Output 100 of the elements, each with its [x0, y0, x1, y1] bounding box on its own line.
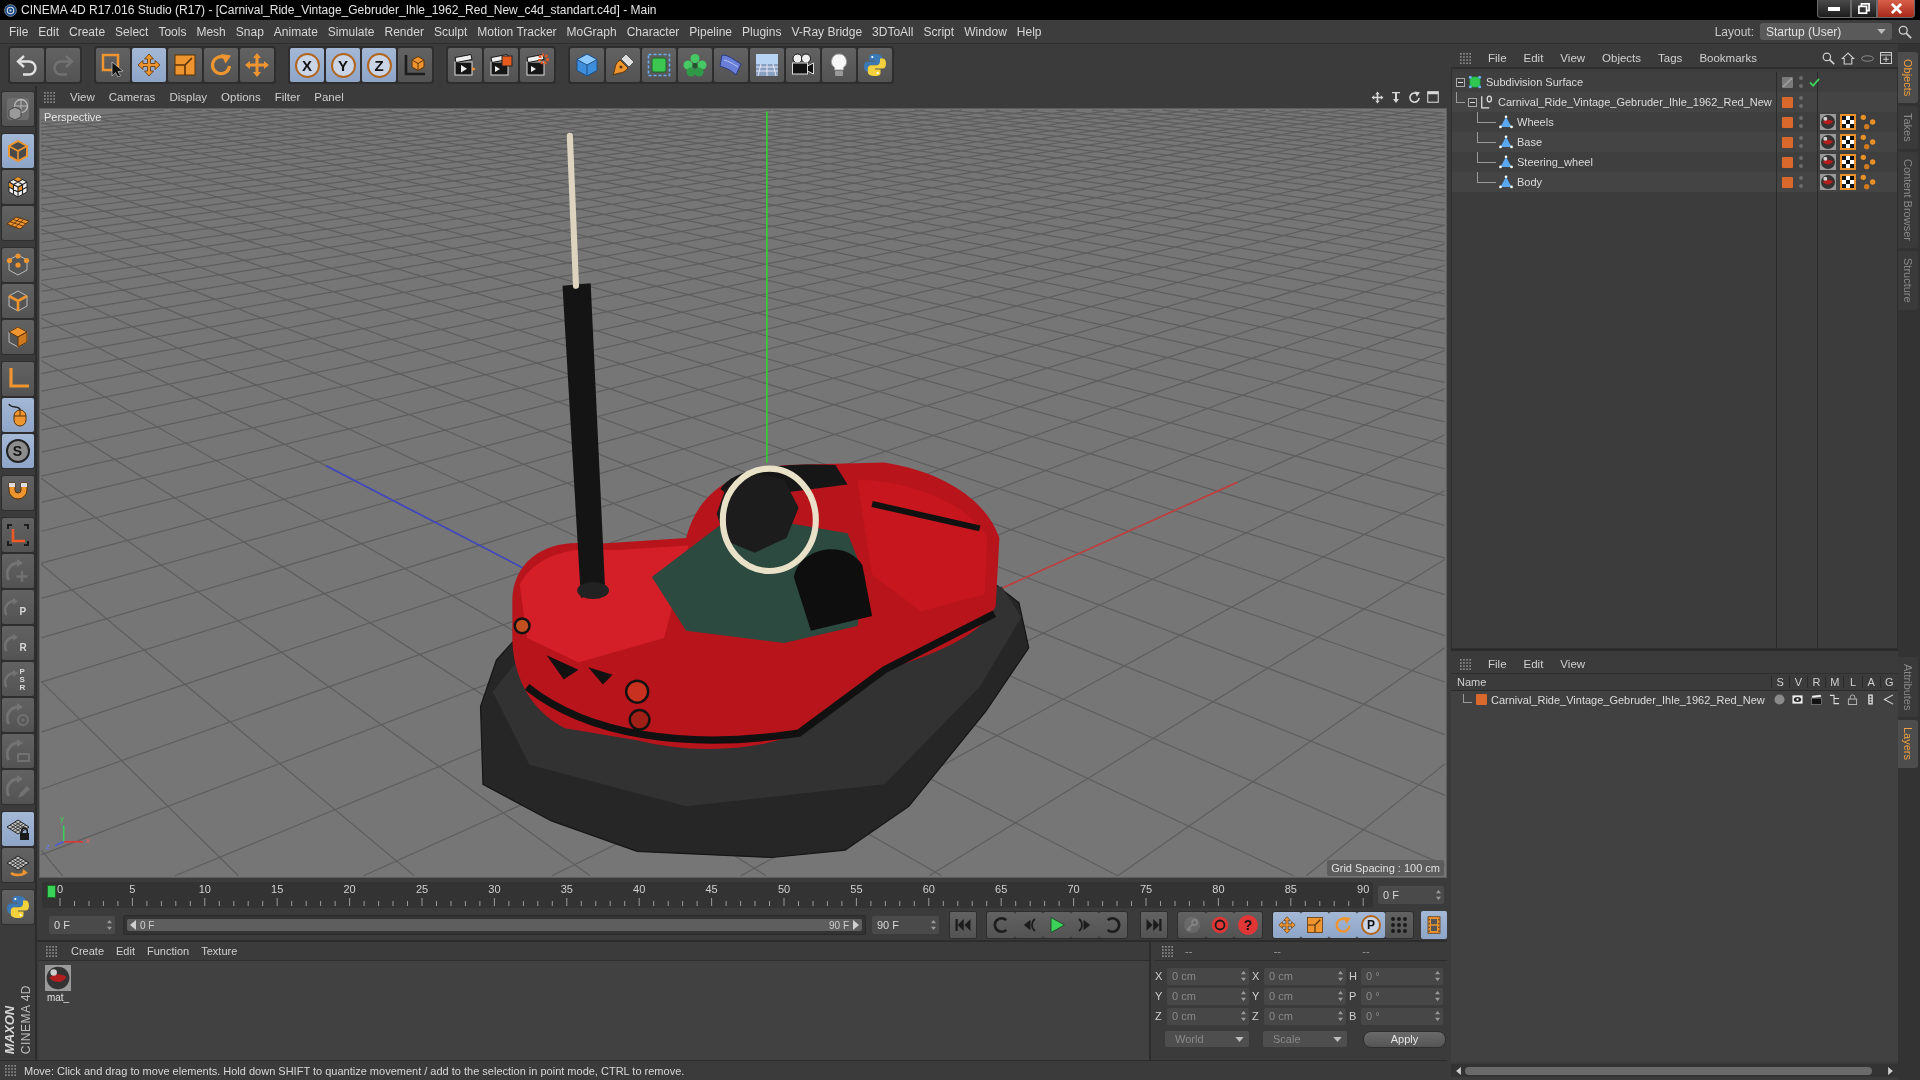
check-icon[interactable] [1809, 77, 1820, 87]
window-square-icon[interactable] [1427, 91, 1439, 103]
menu-item[interactable]: View [63, 91, 102, 103]
camera-button[interactable] [786, 48, 820, 82]
menu-item[interactable]: Snap [230, 23, 269, 40]
hierarchy-icon[interactable] [1828, 694, 1840, 705]
spinner-icon[interactable] [1435, 971, 1440, 981]
layer-swatch-icon[interactable] [1782, 176, 1793, 188]
layer-swatch-icon[interactable] [1476, 694, 1487, 705]
menu-item[interactable]: Texture [195, 945, 244, 957]
menu-item[interactable]: Options [214, 91, 268, 103]
oval-icon[interactable] [1861, 54, 1874, 62]
layer-row[interactable]: Carnival_Ride_Vintage_Gebruder_Ihle_1962_Red_New [1451, 691, 1898, 708]
minimize-button[interactable] [1817, 0, 1851, 18]
menu-item[interactable]: Tools [153, 23, 192, 40]
menu-item[interactable]: File [1479, 658, 1515, 670]
spinner-icon[interactable] [1435, 1011, 1440, 1021]
spinner-icon[interactable] [931, 920, 936, 930]
viewport-canvas[interactable]: Perspective Grid Spacing : 100 cm y z x [39, 108, 1447, 878]
spinner-icon[interactable] [1338, 991, 1343, 1001]
render-view-button[interactable] [448, 48, 482, 82]
spinner-icon[interactable] [107, 920, 112, 930]
three-dots-icon[interactable] [1860, 114, 1876, 130]
three-dots-icon[interactable] [1860, 134, 1876, 150]
menu-item[interactable]: Filter [267, 91, 308, 103]
angle-icon[interactable] [1883, 694, 1895, 705]
apply-button[interactable]: Apply [1363, 1030, 1446, 1048]
menu-item[interactable]: File [1479, 52, 1515, 64]
material-name[interactable]: mat_ [46, 992, 70, 1003]
object-row[interactable]: Base [1452, 132, 1897, 152]
menu-item[interactable]: Window [959, 23, 1012, 40]
collapse-icon[interactable] [1468, 97, 1477, 107]
vertical-dots-icon[interactable] [1799, 76, 1803, 88]
layer-swatch-icon[interactable] [1782, 96, 1793, 108]
checker-icon[interactable] [1840, 114, 1856, 130]
move-tool-button[interactable] [132, 48, 166, 82]
spinner-icon[interactable] [1436, 890, 1441, 900]
menu-item[interactable]: Cameras [101, 91, 163, 103]
menu-item[interactable]: Simulate [322, 23, 380, 40]
four-arrows-icon[interactable] [1371, 90, 1384, 104]
edges-mode-button[interactable] [1, 284, 34, 318]
side-tab[interactable]: Objects [1898, 52, 1918, 104]
axis-button[interactable]: X [290, 48, 324, 82]
end-frame-field[interactable]: 90 F [872, 916, 939, 934]
python-button[interactable] [1, 890, 34, 924]
grip-icon[interactable] [5, 1065, 16, 1076]
spinner-icon[interactable] [1241, 971, 1246, 981]
menu-item[interactable]: Function [141, 945, 196, 957]
new-window-icon[interactable] [1880, 52, 1892, 64]
vertical-dots-icon[interactable] [1799, 136, 1803, 148]
sphere-icon[interactable] [1820, 134, 1836, 150]
collapse-icon[interactable] [1456, 77, 1465, 87]
menu-item[interactable]: Tags [1649, 52, 1691, 64]
menu-item[interactable]: Display [162, 91, 215, 103]
vertical-dots-icon[interactable] [1799, 156, 1803, 168]
menu-item[interactable]: Script [918, 23, 960, 40]
deformer-button[interactable] [714, 48, 748, 82]
tweak-mode-button[interactable] [1, 398, 34, 432]
sphere-icon[interactable] [1820, 154, 1836, 170]
grip-icon[interactable] [1460, 52, 1471, 64]
menu-item[interactable]: Edit [33, 23, 65, 40]
menu-item[interactable]: Animate [268, 23, 323, 40]
down-arrow-icon[interactable] [1390, 90, 1402, 104]
spinner-icon[interactable] [1241, 1011, 1246, 1021]
three-dots-icon[interactable] [1860, 154, 1876, 170]
checker-icon[interactable] [1840, 174, 1856, 190]
next-key-button[interactable] [1099, 912, 1127, 938]
scrollbar[interactable] [1451, 1064, 1898, 1077]
snap-button[interactable] [1, 476, 34, 510]
left-triangle-icon[interactable] [1456, 1066, 1461, 1075]
undo-button[interactable] [10, 48, 44, 82]
timeline-ruler[interactable]: 0 5 10 15 20 25 30 35 40 45 50 55 60 65 70 75 80 85 90 [42, 882, 1373, 908]
menu-item[interactable]: Mesh [191, 23, 231, 40]
workplane-lock-button[interactable] [1, 518, 34, 552]
search-icon[interactable] [1898, 24, 1912, 39]
left-triangle-icon[interactable] [130, 920, 136, 930]
menu-item[interactable]: Motion Tracker [472, 23, 562, 40]
axis-mode-button[interactable] [1, 362, 34, 396]
make-editable-button[interactable] [1, 92, 34, 126]
menu-item[interactable]: View [1551, 52, 1594, 64]
layer-swatch-icon[interactable] [1782, 156, 1793, 168]
axis-button[interactable]: Z [362, 48, 396, 82]
current-frame-field[interactable]: 0 F [1378, 886, 1444, 904]
cloner-button[interactable] [678, 48, 712, 82]
grip-icon[interactable] [1460, 658, 1471, 670]
playhead[interactable] [47, 885, 56, 898]
restore-button[interactable] [1851, 0, 1877, 18]
vertical-dots-icon[interactable] [1799, 116, 1803, 128]
clapperboard-icon[interactable] [1810, 694, 1822, 705]
home-icon[interactable] [1841, 51, 1855, 65]
layout-dropdown[interactable]: Startup (User) [1760, 23, 1892, 40]
render-settings-button[interactable] [520, 48, 554, 82]
menu-item[interactable]: Bookmarks [1690, 52, 1765, 64]
sphere-icon[interactable] [1820, 114, 1836, 130]
eye-icon[interactable] [1792, 694, 1804, 705]
grid-rotate-button[interactable] [1, 848, 34, 882]
object-row[interactable]: Body [1452, 172, 1897, 192]
spinner-icon[interactable] [1241, 991, 1246, 1001]
point-key-button[interactable] [1385, 912, 1413, 938]
menu-item[interactable]: Create [65, 945, 111, 957]
